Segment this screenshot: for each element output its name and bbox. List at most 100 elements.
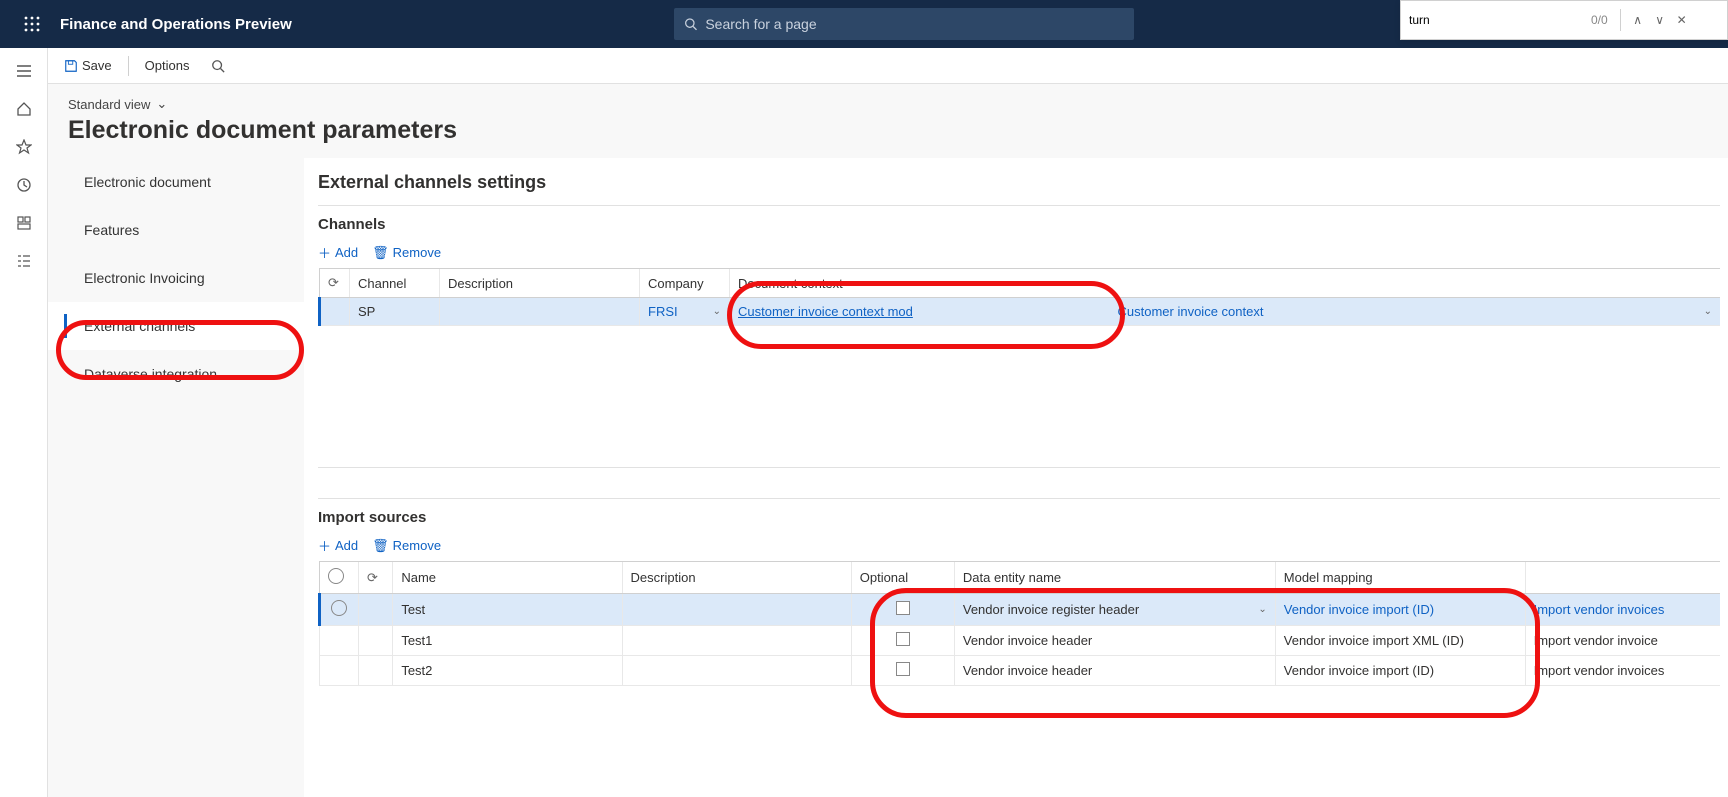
cell-doc-context-link[interactable]: Customer invoice context mod	[730, 298, 1110, 326]
sidebar-item-label: Electronic Invoicing	[84, 270, 205, 286]
sidebar-item-electronic-document[interactable]: Electronic document	[48, 158, 304, 206]
remove-label: Remove	[393, 538, 441, 553]
view-selector[interactable]: Standard view ⌄	[68, 96, 1708, 112]
cell-description[interactable]	[440, 298, 640, 326]
find-in-page: 0/0 ∧ ∨ ✕	[1400, 0, 1728, 40]
section-title: External channels settings	[318, 172, 1720, 193]
cell-optional[interactable]	[851, 656, 954, 686]
side-nav: Electronic document Features Electronic …	[48, 158, 304, 797]
import-actions: ＋ Add 🗑 Remove	[318, 536, 1720, 555]
hamburger-icon[interactable]	[0, 52, 48, 90]
clock-icon[interactable]	[0, 166, 48, 204]
col-optional[interactable]: Optional	[851, 562, 954, 594]
import-add-button[interactable]: ＋ Add	[318, 536, 358, 555]
search-icon	[684, 17, 697, 31]
cell-mapping[interactable]: Vendor invoice import (ID)	[1275, 656, 1525, 686]
refresh-icon: ⟳	[328, 275, 339, 290]
cell-import[interactable]: Import vendor invoice	[1525, 626, 1720, 656]
cell-channel[interactable]: SP	[350, 298, 440, 326]
cell-description[interactable]	[622, 626, 851, 656]
channels-grid: ⟳ Channel Description Company Document c…	[318, 268, 1720, 326]
row-select-header[interactable]	[320, 562, 359, 594]
col-name[interactable]: Name	[393, 562, 622, 594]
add-label: Add	[335, 245, 358, 260]
options-button[interactable]: Options	[139, 54, 196, 77]
import-row[interactable]: Test1 Vendor invoice header Vendor invoi…	[320, 626, 1721, 656]
import-row[interactable]: Test Vendor invoice register header⌄ Ven…	[320, 594, 1721, 626]
main-content: External channels settings Channels ＋Add…	[304, 158, 1728, 797]
trash-icon: 🗑	[372, 538, 389, 554]
modules-icon[interactable]	[0, 242, 48, 280]
trash-icon: 🗑	[372, 245, 389, 261]
page-title: Electronic document parameters	[68, 116, 1708, 145]
col-document-context[interactable]: Document context	[730, 269, 1721, 298]
sidebar-item-label: External channels	[84, 318, 195, 334]
cell-description[interactable]	[622, 656, 851, 686]
cell-import[interactable]: Import vendor invoices	[1525, 656, 1720, 686]
page-header: Standard view ⌄ Electronic document para…	[48, 84, 1728, 151]
plus-icon: ＋	[318, 536, 331, 555]
cell-name[interactable]: Test2	[393, 656, 622, 686]
cell-mapping[interactable]: Vendor invoice import XML (ID)	[1275, 626, 1525, 656]
col-mapping[interactable]: Model mapping	[1275, 562, 1525, 594]
sidebar-item-electronic-invoicing[interactable]: Electronic Invoicing	[48, 254, 304, 302]
global-search-input[interactable]	[705, 16, 1124, 32]
plus-icon: ＋	[318, 243, 331, 262]
cell-entity[interactable]: Vendor invoice register header⌄	[954, 594, 1275, 626]
col-description[interactable]: Description	[440, 269, 640, 298]
add-label: Add	[335, 538, 358, 553]
cell-name[interactable]: Test	[393, 594, 622, 626]
channels-row[interactable]: SP FRSI⌄ Customer invoice context mod Cu…	[320, 298, 1721, 326]
cell-optional[interactable]	[851, 594, 954, 626]
app-launcher-icon[interactable]	[8, 0, 56, 48]
sidebar-item-external-channels[interactable]: External channels	[48, 302, 304, 350]
cell-doc-context-select[interactable]: Customer invoice context⌄	[1110, 298, 1721, 326]
col-channel[interactable]: Channel	[350, 269, 440, 298]
cell-name[interactable]: Test1	[393, 626, 622, 656]
toolbar-search-icon[interactable]	[205, 55, 231, 77]
chevron-down-icon: ⌄	[1698, 306, 1712, 317]
find-close-icon[interactable]: ✕	[1671, 13, 1693, 27]
workspace-icon[interactable]	[0, 204, 48, 242]
options-label: Options	[145, 58, 190, 73]
sidebar-item-label: Electronic document	[84, 174, 211, 190]
global-search[interactable]	[674, 8, 1134, 40]
find-input[interactable]	[1401, 9, 1591, 31]
channels-add-button[interactable]: ＋ Add	[318, 243, 358, 262]
refresh-header[interactable]: ⟳	[320, 269, 350, 298]
sidebar-item-features[interactable]: Features	[48, 206, 304, 254]
save-button[interactable]: Save	[58, 54, 118, 77]
find-next-icon[interactable]: ∨	[1649, 13, 1671, 27]
cell-entity[interactable]: Vendor invoice header	[954, 626, 1275, 656]
import-remove-button[interactable]: 🗑 Remove	[372, 538, 441, 554]
home-icon[interactable]	[0, 90, 48, 128]
sidebar-item-dataverse-integration[interactable]: Dataverse integration	[48, 350, 304, 398]
cell-mapping[interactable]: Vendor invoice import (ID)	[1275, 594, 1525, 626]
import-grid: ⟳ Name Description Optional Data entity …	[318, 561, 1720, 686]
import-title: Import sources	[318, 509, 1720, 526]
save-label: Save	[82, 58, 112, 73]
col-company[interactable]: Company	[640, 269, 730, 298]
col-description[interactable]: Description	[622, 562, 851, 594]
save-icon	[64, 59, 78, 73]
star-icon[interactable]	[0, 128, 48, 166]
channels-remove-button[interactable]: 🗑Remove	[372, 245, 441, 261]
import-row[interactable]: Test2 Vendor invoice header Vendor invoi…	[320, 656, 1721, 686]
sidebar-item-label: Features	[84, 222, 139, 238]
chevron-down-icon: ⌄	[156, 96, 167, 112]
chevron-down-icon: ⌄	[707, 306, 721, 317]
row-select[interactable]	[320, 594, 359, 626]
refresh-header[interactable]: ⟳	[358, 562, 392, 594]
view-selector-label: Standard view	[68, 97, 150, 112]
cell-description[interactable]	[622, 594, 851, 626]
find-prev-icon[interactable]: ∧	[1627, 13, 1649, 27]
cell-import[interactable]: Import vendor invoices	[1525, 594, 1720, 626]
col-entity[interactable]: Data entity name	[954, 562, 1275, 594]
cell-optional[interactable]	[851, 626, 954, 656]
channels-actions: ＋ Add 🗑Remove	[318, 243, 1720, 262]
cell-entity[interactable]: Vendor invoice header	[954, 656, 1275, 686]
col-import[interactable]	[1525, 562, 1720, 594]
cell-company[interactable]: FRSI⌄	[640, 298, 730, 326]
command-bar: Save Options	[48, 48, 1728, 84]
select-all-icon[interactable]	[328, 568, 344, 584]
